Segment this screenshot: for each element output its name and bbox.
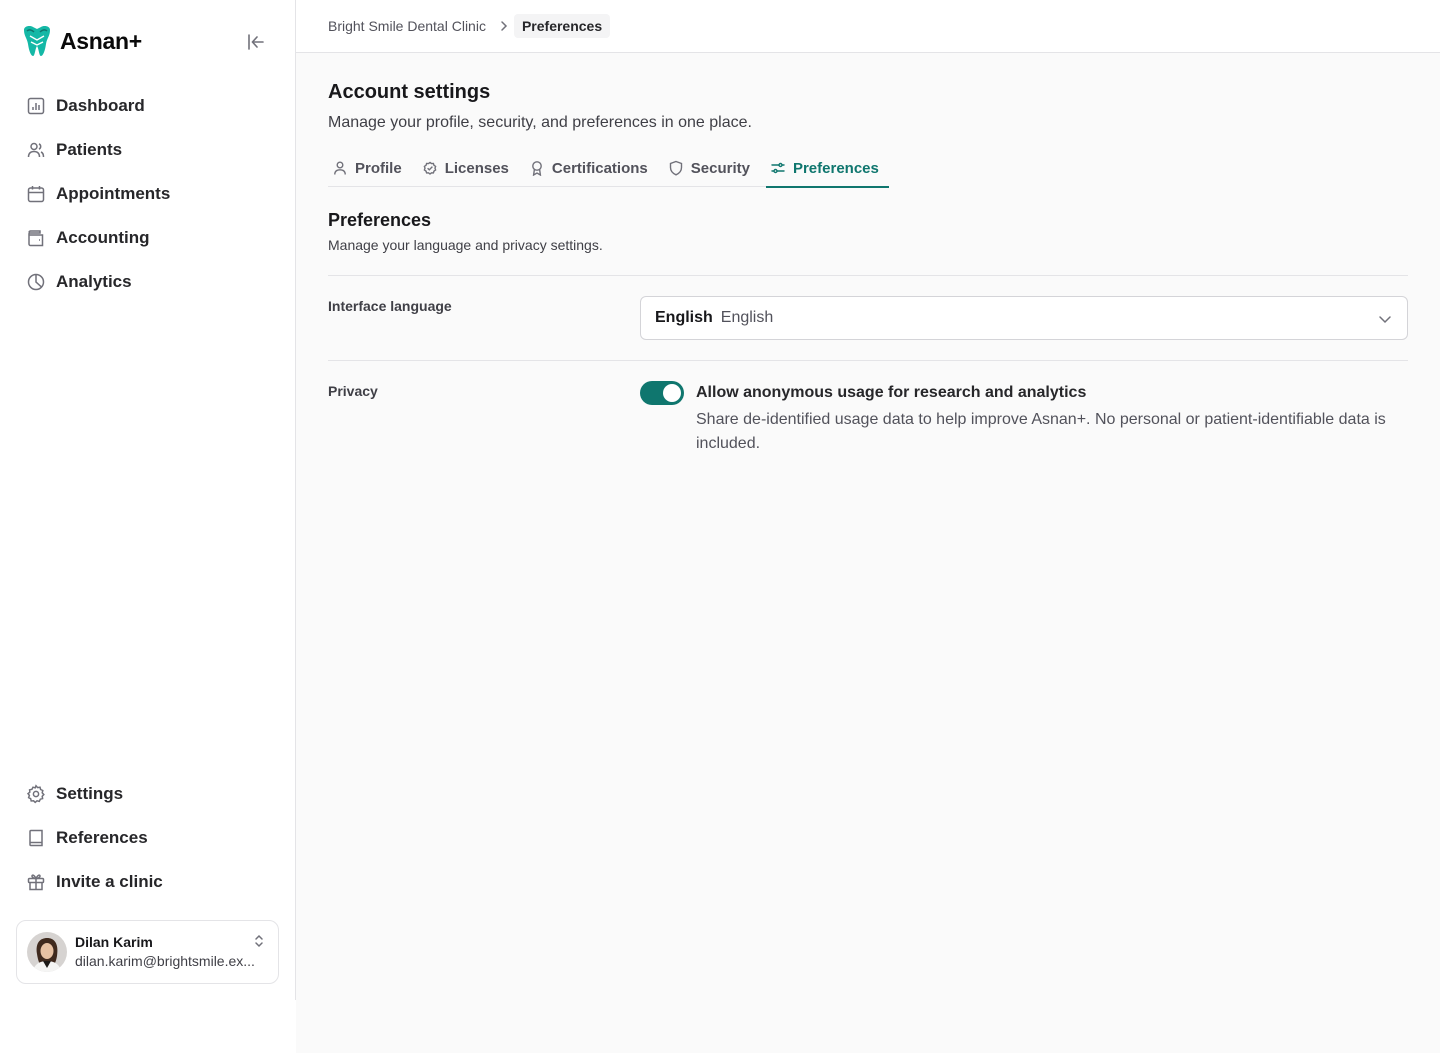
section-subtitle: Manage your language and privacy setting…	[328, 237, 603, 253]
sidebar-item-label: Analytics	[56, 272, 132, 291]
dashboard-icon	[27, 97, 45, 115]
sliders-icon	[771, 162, 785, 174]
shield-icon	[669, 160, 682, 176]
user-menu[interactable]: Dilan Karim dilan.karim@brightsmile.ex..…	[16, 920, 279, 984]
user-icon	[334, 161, 346, 175]
tab-label: Certifications	[551, 159, 648, 177]
breadcrumb: Bright Smile Dental Clinic Preferences	[296, 0, 1440, 53]
check-circle-icon	[423, 161, 437, 175]
tab-label: Preferences	[792, 159, 879, 177]
tab-certifications[interactable]: Certifications	[525, 149, 658, 187]
avatar	[27, 932, 67, 972]
tab-label: Profile	[355, 159, 402, 177]
tooth-logo-icon	[24, 26, 50, 56]
breadcrumb-current: Preferences	[513, 14, 611, 38]
divider	[328, 360, 1408, 361]
collapse-sidebar-button[interactable]	[244, 30, 268, 54]
sidebar-item-label: References	[56, 828, 148, 847]
collapse-sidebar-icon	[248, 34, 264, 50]
sidebar-item-label: Appointments	[56, 184, 171, 203]
tab-licenses[interactable]: Licenses	[418, 149, 519, 187]
user-name: Dilan Karim	[75, 934, 153, 950]
sidebar-item-appointments[interactable]: Appointments	[16, 172, 280, 216]
sidebar: Asnan+ Dashboard Patients Appointments A…	[0, 0, 296, 1000]
tab-profile[interactable]: Profile	[328, 149, 412, 187]
sidebar-nav-main: Dashboard Patients Appointments Accounti…	[16, 84, 280, 304]
brand-name: Asnan+	[60, 27, 142, 54]
analytics-toggle-label[interactable]: Allow anonymous usage for research and a…	[696, 384, 1086, 402]
wallet-icon	[28, 230, 44, 247]
sidebar-item-label: Settings	[56, 784, 124, 803]
divider	[328, 275, 1408, 276]
calendar-icon	[27, 186, 45, 203]
section-title: Preferences	[328, 210, 432, 230]
toggle-knob	[663, 384, 681, 402]
sidebar-item-references[interactable]: References	[16, 816, 280, 860]
sidebar-item-label: Patients	[56, 140, 123, 159]
sidebar-item-analytics[interactable]: Analytics	[16, 260, 280, 304]
sidebar-item-label: Accounting	[56, 228, 150, 247]
page-subtitle: Manage your profile, security, and prefe…	[328, 114, 752, 131]
gear-icon	[26, 784, 45, 804]
tab-security[interactable]: Security	[664, 149, 760, 187]
user-email: dilan.karim@brightsmile.ex...	[75, 953, 255, 969]
interface-language-select[interactable]: English English	[640, 296, 1408, 340]
tab-label: Security	[690, 159, 750, 177]
book-icon	[29, 829, 43, 847]
interface-language-label: Interface language	[328, 298, 452, 314]
gift-icon	[27, 874, 45, 891]
language-native-name: English	[655, 309, 713, 326]
privacy-label: Privacy	[328, 383, 378, 399]
sidebar-nav-secondary: Settings References Invite a clinic	[16, 772, 280, 904]
sidebar-item-dashboard[interactable]: Dashboard	[16, 84, 280, 128]
chevrons-up-down-icon	[255, 934, 263, 948]
analytics-toggle[interactable]	[640, 381, 684, 405]
sidebar-item-label: Invite a clinic	[56, 872, 163, 891]
sidebar-item-settings[interactable]: Settings	[16, 772, 280, 816]
pie-chart-icon	[27, 273, 45, 291]
main-content: Bright Smile Dental Clinic Preferences A…	[296, 0, 1440, 1053]
settings-tabs: Profile Licenses Certifications Security…	[328, 149, 889, 188]
tab-preferences[interactable]: Preferences	[765, 149, 889, 188]
sidebar-item-patients[interactable]: Patients	[16, 128, 280, 172]
sidebar-item-invite-clinic[interactable]: Invite a clinic	[16, 860, 280, 904]
brand[interactable]: Asnan+	[20, 24, 142, 58]
language-english-name: English	[720, 309, 774, 326]
chevron-right-icon	[498, 20, 510, 32]
page-title: Account settings	[328, 81, 491, 103]
breadcrumb-clinic-link[interactable]: Bright Smile Dental Clinic	[328, 18, 486, 34]
users-icon	[27, 142, 45, 158]
sidebar-item-accounting[interactable]: Accounting	[16, 216, 280, 260]
tab-label: Licenses	[444, 159, 509, 177]
award-icon	[532, 161, 542, 176]
analytics-toggle-description: Share de-identified usage data to help i…	[696, 411, 1386, 452]
sidebar-item-label: Dashboard	[56, 96, 145, 115]
chevron-down-icon	[1379, 316, 1391, 324]
